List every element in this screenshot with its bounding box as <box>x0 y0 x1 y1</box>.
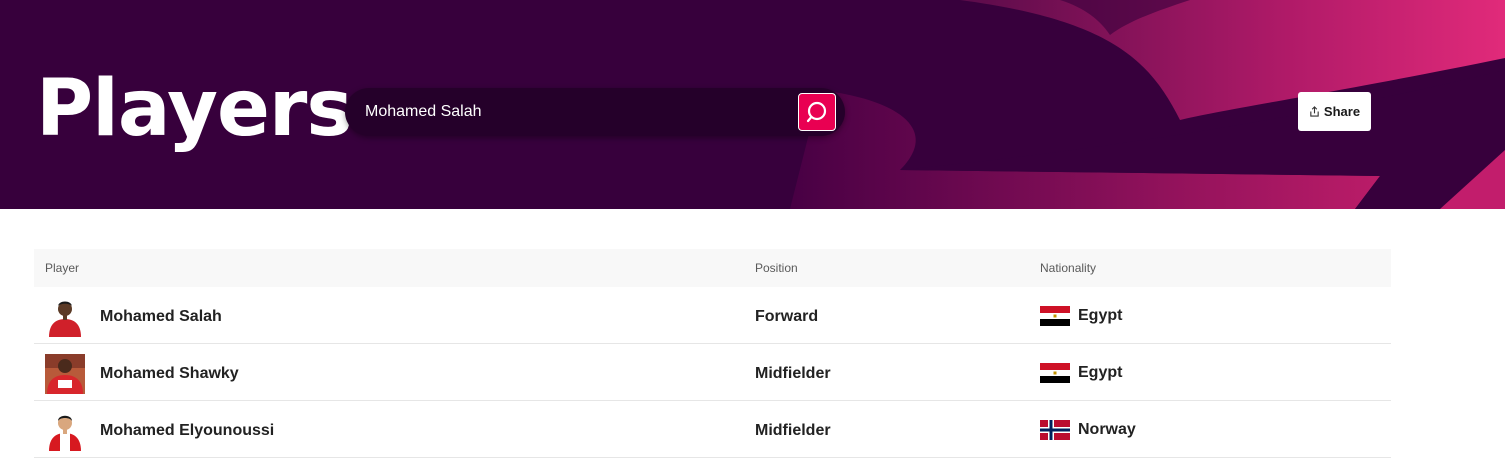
player-photo <box>45 354 85 394</box>
egypt-flag-icon <box>1040 306 1070 326</box>
player-name[interactable]: Mohamed Elyounoussi <box>100 422 274 440</box>
share-icon <box>1310 106 1319 117</box>
player-position: Midfielder <box>755 422 831 439</box>
players-table: Player Position Nationality Mohamed Sala… <box>34 249 1391 458</box>
norway-flag-icon <box>1040 420 1070 440</box>
egypt-flag-icon <box>1040 363 1070 383</box>
player-name[interactable]: Mohamed Salah <box>100 308 222 326</box>
page-title: Players <box>36 64 353 154</box>
player-name[interactable]: Mohamed Shawky <box>100 365 239 383</box>
player-position: Forward <box>755 308 819 325</box>
share-button[interactable]: Share <box>1298 92 1371 131</box>
search-input[interactable] <box>365 100 785 124</box>
column-header-position[interactable]: Position <box>755 261 798 275</box>
search-icon <box>806 101 827 123</box>
player-photo <box>45 297 85 337</box>
player-nationality: Norway <box>1078 421 1136 438</box>
player-nationality: Egypt <box>1078 307 1123 324</box>
player-photo <box>45 411 85 451</box>
page-header: Players Share <box>0 0 1505 209</box>
table-row[interactable]: Mohamed Salah Forward Egypt <box>34 287 1391 344</box>
search-button[interactable] <box>798 93 836 131</box>
column-header-nationality[interactable]: Nationality <box>1040 261 1096 275</box>
search-bar <box>345 88 845 136</box>
column-header-player[interactable]: Player <box>45 261 79 275</box>
table-header: Player Position Nationality <box>34 249 1391 287</box>
player-nationality: Egypt <box>1078 364 1123 381</box>
share-label: Share <box>1323 104 1361 119</box>
table-row[interactable]: Mohamed Elyounoussi Midfielder Norway <box>34 401 1391 458</box>
player-position: Midfielder <box>755 365 831 382</box>
table-row[interactable]: Mohamed Shawky Midfielder Egypt <box>34 344 1391 401</box>
